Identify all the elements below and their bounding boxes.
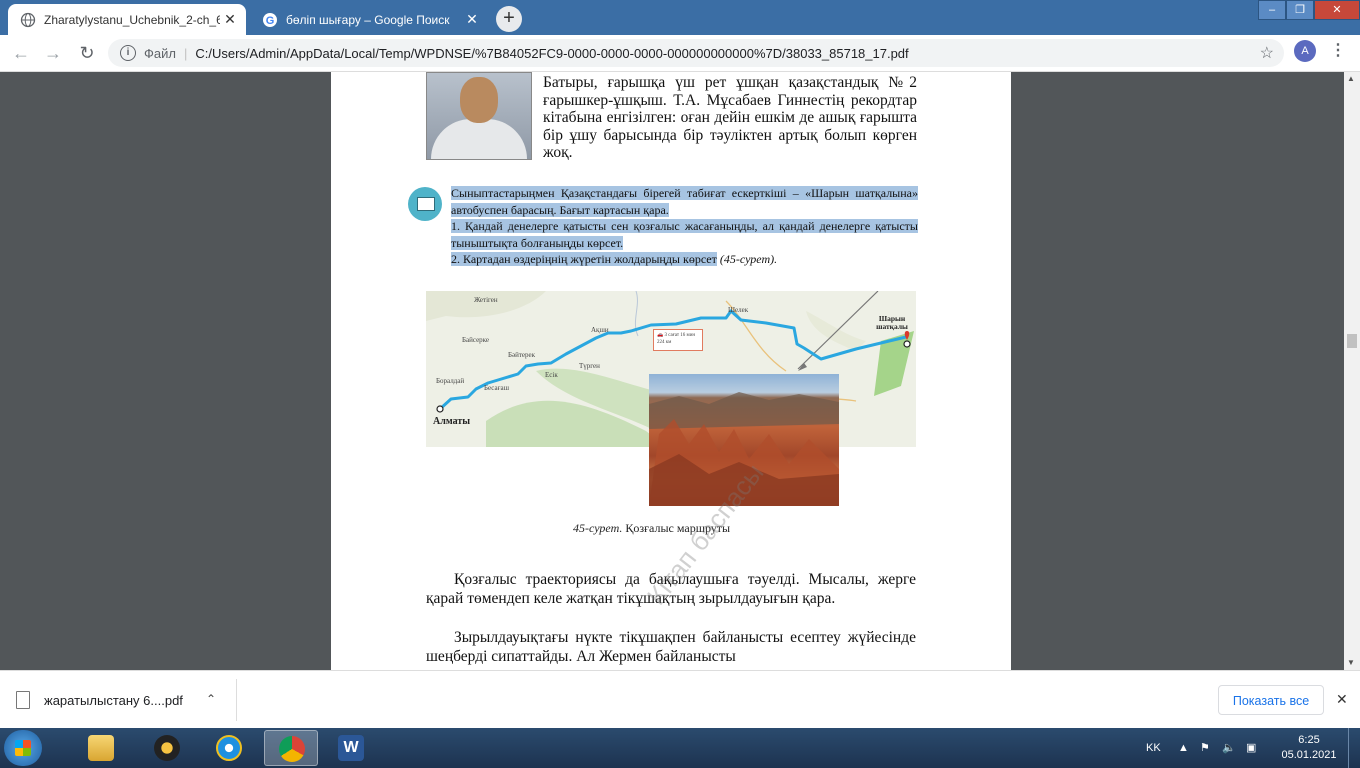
map-label: Шелек bbox=[728, 306, 749, 314]
download-bar: жаратылыстану 6....pdf ⌃ Показать все ✕ bbox=[0, 670, 1360, 729]
task-question-2: 2. Картадан өздеріңнің жүретін жолдарыңд… bbox=[451, 252, 717, 266]
route-info-box: 🚗 3 сағат 16 мин 224 км bbox=[653, 329, 703, 351]
url-separator: | bbox=[183, 45, 188, 61]
taskbar-word[interactable]: W bbox=[324, 730, 378, 766]
car-icon: 🚗 bbox=[657, 333, 664, 338]
task-intro: Сыныптастарыңмен Қазақстандағы бірегей т… bbox=[451, 186, 918, 217]
show-all-button[interactable]: Показать все bbox=[1218, 685, 1324, 715]
chevron-up-icon[interactable]: ⌃ bbox=[206, 692, 216, 706]
pdf-page: Батыры, ғарышқа үш рет ұшқан қазақстанды… bbox=[331, 72, 1011, 670]
close-window-button[interactable]: ✕ bbox=[1314, 0, 1360, 20]
flag-icon[interactable]: ⚑ bbox=[1200, 728, 1210, 768]
map-start-city: Алматы bbox=[433, 416, 471, 427]
map-label: Түрген bbox=[579, 362, 600, 370]
media-player-icon bbox=[154, 735, 180, 761]
new-tab-button[interactable]: + bbox=[496, 6, 522, 32]
internet-explorer-icon bbox=[216, 735, 242, 761]
taskbar-ie[interactable] bbox=[202, 730, 256, 766]
tab-pdf[interactable]: Zharatylystanu_Uchebnik_2-ch_6 ✕ bbox=[8, 4, 246, 35]
map-label: Есік bbox=[545, 371, 558, 379]
network-icon[interactable]: ▣ bbox=[1246, 728, 1256, 768]
minimize-button[interactable]: ‒ bbox=[1258, 0, 1286, 20]
scroll-thumb[interactable] bbox=[1347, 334, 1357, 348]
tab-close-icon[interactable]: ✕ bbox=[462, 11, 482, 28]
svg-text:G: G bbox=[266, 15, 275, 27]
globe-icon bbox=[20, 12, 36, 27]
map-label: Бесағаш bbox=[484, 384, 509, 392]
taskbar-aimp[interactable] bbox=[140, 730, 194, 766]
url-text[interactable]: C:/Users/Admin/AppData/Local/Temp/WPDNSE… bbox=[195, 46, 908, 61]
clock[interactable]: 6:25 05.01.2021 bbox=[1276, 733, 1342, 763]
browser-toolbar: ← → ↻ i Файл | C:/Users/Admin/AppData/Lo… bbox=[0, 35, 1360, 72]
show-desktop-button[interactable] bbox=[1348, 728, 1360, 768]
chrome-icon bbox=[279, 736, 305, 762]
map-label: Байсерке bbox=[462, 336, 490, 344]
taskbar-explorer[interactable] bbox=[74, 730, 128, 766]
map-label: Ақши bbox=[591, 326, 609, 334]
figure-reference: (45-сурет). bbox=[719, 252, 778, 266]
tab-title: бөліп шығару – Google Поиск bbox=[286, 12, 450, 27]
route-time: 3 сағат 16 мин bbox=[664, 333, 696, 338]
scroll-up-icon[interactable]: ▲ bbox=[1347, 74, 1355, 83]
maximize-button[interactable]: ❐ bbox=[1286, 0, 1314, 20]
google-icon: G bbox=[263, 12, 277, 27]
map-destination: Шарын шатқалы bbox=[876, 314, 908, 331]
profile-avatar[interactable]: A bbox=[1294, 40, 1316, 62]
paragraph-2: Зырылдауықтағы нүкте тікұшақпен байланыс… bbox=[426, 629, 916, 665]
tab-strip: Zharatylystanu_Uchebnik_2-ch_6 ✕ G бөліп… bbox=[0, 0, 1360, 35]
word-icon: W bbox=[338, 735, 364, 761]
route-distance: 224 км bbox=[657, 340, 672, 345]
start-button[interactable] bbox=[4, 730, 42, 766]
astronaut-photo bbox=[426, 72, 532, 160]
tab-close-icon[interactable]: ✕ bbox=[220, 11, 240, 28]
biography-text: Батыры, ғарышқа үш рет ұшқан қазақстанды… bbox=[543, 74, 917, 161]
tab-title: Zharatylystanu_Uchebnik_2-ch_6 bbox=[44, 12, 220, 27]
windows-logo-icon bbox=[15, 740, 31, 756]
caption-number: 45-сурет. bbox=[573, 521, 623, 535]
task-block: Сыныптастарыңмен Қазақстандағы бірегей т… bbox=[451, 185, 918, 268]
clock-time: 6:25 bbox=[1298, 734, 1320, 746]
task-question-1: 1. Қандай денелерге қатысты сен қозғалыс… bbox=[451, 219, 918, 250]
face-shape bbox=[460, 77, 498, 123]
download-item[interactable]: жаратылыстану 6....pdf bbox=[16, 683, 236, 717]
reload-icon[interactable]: ↻ bbox=[76, 43, 98, 65]
file-icon bbox=[16, 691, 30, 709]
back-arrow-icon[interactable]: ← bbox=[10, 43, 32, 65]
tab-google-search[interactable]: G бөліп шығару – Google Поиск ✕ bbox=[250, 4, 488, 35]
address-bar[interactable]: i Файл | C:/Users/Admin/AppData/Local/Te… bbox=[108, 39, 1284, 67]
map-label: Боралдай bbox=[436, 377, 465, 385]
spacesuit-shape bbox=[431, 119, 527, 159]
tray-expand-icon[interactable]: ▲ bbox=[1178, 728, 1189, 768]
divider bbox=[236, 679, 237, 721]
download-file-name[interactable]: жаратылыстану 6....pdf bbox=[44, 693, 183, 708]
map-label: Жетіген bbox=[474, 296, 498, 304]
map-label: Бәйтерек bbox=[508, 351, 536, 359]
language-indicator[interactable]: KK bbox=[1146, 728, 1161, 768]
scroll-down-icon[interactable]: ▼ bbox=[1347, 658, 1355, 667]
pdf-viewer[interactable]: Батыры, ғарышқа үш рет ұшқан қазақстанды… bbox=[0, 72, 1360, 670]
close-icon[interactable]: ✕ bbox=[1336, 691, 1348, 708]
url-scheme: Файл bbox=[144, 45, 176, 61]
info-icon[interactable]: i bbox=[120, 45, 136, 61]
taskbar-chrome[interactable] bbox=[264, 730, 318, 766]
envelope-icon bbox=[408, 187, 442, 221]
clock-date: 05.01.2021 bbox=[1281, 749, 1337, 761]
volume-icon[interactable]: 🔈 bbox=[1222, 728, 1236, 768]
bookmark-star-icon[interactable]: ☆ bbox=[1260, 43, 1274, 63]
vertical-scrollbar[interactable]: ▲ ▼ bbox=[1344, 72, 1360, 670]
folder-icon bbox=[88, 735, 114, 761]
taskbar: W KK ▲ ⚑ 🔈 ▣ 6:25 05.01.2021 bbox=[0, 728, 1360, 768]
kebab-menu-icon[interactable]: ⋮ bbox=[1330, 40, 1346, 60]
forward-arrow-icon[interactable]: → bbox=[42, 43, 64, 65]
